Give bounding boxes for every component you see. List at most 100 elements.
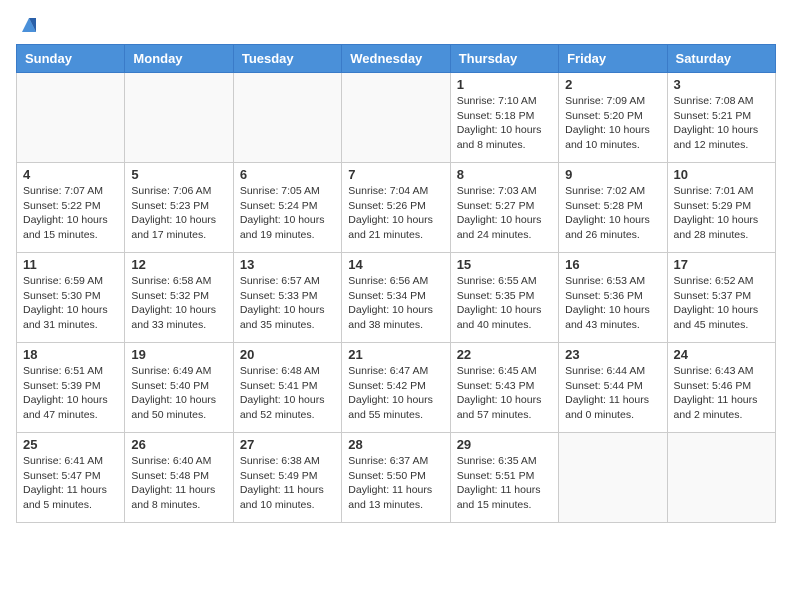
day-info: Sunrise: 7:07 AM Sunset: 5:22 PM Dayligh… xyxy=(23,184,118,243)
day-number: 18 xyxy=(23,347,118,362)
day-number: 5 xyxy=(131,167,226,182)
calendar-table: SundayMondayTuesdayWednesdayThursdayFrid… xyxy=(16,44,776,523)
day-info: Sunrise: 6:53 AM Sunset: 5:36 PM Dayligh… xyxy=(565,274,660,333)
day-number: 15 xyxy=(457,257,552,272)
day-info: Sunrise: 6:56 AM Sunset: 5:34 PM Dayligh… xyxy=(348,274,443,333)
day-number: 14 xyxy=(348,257,443,272)
day-number: 26 xyxy=(131,437,226,452)
week-row-2: 11 Sunrise: 6:59 AM Sunset: 5:30 PM Dayli… xyxy=(17,253,776,343)
calendar-header-thursday: Thursday xyxy=(450,45,558,73)
day-number: 12 xyxy=(131,257,226,272)
calendar-cell: 17 Sunrise: 6:52 AM Sunset: 5:37 PM Dayli… xyxy=(667,253,775,343)
calendar-cell: 26 Sunrise: 6:40 AM Sunset: 5:48 PM Dayli… xyxy=(125,433,233,523)
calendar-cell: 14 Sunrise: 6:56 AM Sunset: 5:34 PM Dayli… xyxy=(342,253,450,343)
day-number: 2 xyxy=(565,77,660,92)
calendar-header-tuesday: Tuesday xyxy=(233,45,341,73)
calendar-cell: 9Sunrise: 7:02 AM Sunset: 5:28 PM Daylig… xyxy=(559,163,667,253)
day-info: Sunrise: 6:48 AM Sunset: 5:41 PM Dayligh… xyxy=(240,364,335,423)
day-info: Sunrise: 6:38 AM Sunset: 5:49 PM Dayligh… xyxy=(240,454,335,513)
day-info: Sunrise: 6:37 AM Sunset: 5:50 PM Dayligh… xyxy=(348,454,443,513)
day-info: Sunrise: 6:40 AM Sunset: 5:48 PM Dayligh… xyxy=(131,454,226,513)
day-info: Sunrise: 7:10 AM Sunset: 5:18 PM Dayligh… xyxy=(457,94,552,153)
day-info: Sunrise: 6:47 AM Sunset: 5:42 PM Dayligh… xyxy=(348,364,443,423)
calendar-cell: 18 Sunrise: 6:51 AM Sunset: 5:39 PM Dayli… xyxy=(17,343,125,433)
day-number: 13 xyxy=(240,257,335,272)
day-number: 11 xyxy=(23,257,118,272)
day-info: Sunrise: 6:45 AM Sunset: 5:43 PM Dayligh… xyxy=(457,364,552,423)
calendar-cell xyxy=(233,73,341,163)
day-info: Sunrise: 6:57 AM Sunset: 5:33 PM Dayligh… xyxy=(240,274,335,333)
day-info: Sunrise: 6:43 AM Sunset: 5:46 PM Dayligh… xyxy=(674,364,769,423)
calendar-cell xyxy=(342,73,450,163)
calendar-cell xyxy=(559,433,667,523)
day-info: Sunrise: 7:09 AM Sunset: 5:20 PM Dayligh… xyxy=(565,94,660,153)
calendar-cell: 21 Sunrise: 6:47 AM Sunset: 5:42 PM Dayli… xyxy=(342,343,450,433)
day-number: 22 xyxy=(457,347,552,362)
day-info: Sunrise: 6:44 AM Sunset: 5:44 PM Dayligh… xyxy=(565,364,660,423)
week-row-0: 1 Sunrise: 7:10 AM Sunset: 5:18 PM Daylig… xyxy=(17,73,776,163)
calendar-cell: 12Sunrise: 6:58 AM Sunset: 5:32 PM Dayli… xyxy=(125,253,233,343)
calendar-cell: 3 Sunrise: 7:08 AM Sunset: 5:21 PM Daylig… xyxy=(667,73,775,163)
day-info: Sunrise: 7:05 AM Sunset: 5:24 PM Dayligh… xyxy=(240,184,335,243)
day-number: 3 xyxy=(674,77,769,92)
calendar-header-sunday: Sunday xyxy=(17,45,125,73)
calendar-header-saturday: Saturday xyxy=(667,45,775,73)
calendar-header-friday: Friday xyxy=(559,45,667,73)
calendar-cell: 13 Sunrise: 6:57 AM Sunset: 5:33 PM Dayli… xyxy=(233,253,341,343)
day-number: 10 xyxy=(674,167,769,182)
calendar-cell: 6 Sunrise: 7:05 AM Sunset: 5:24 PM Daylig… xyxy=(233,163,341,253)
day-number: 17 xyxy=(674,257,769,272)
day-number: 16 xyxy=(565,257,660,272)
calendar-cell: 23 Sunrise: 6:44 AM Sunset: 5:44 PM Dayli… xyxy=(559,343,667,433)
calendar-cell: 1 Sunrise: 7:10 AM Sunset: 5:18 PM Daylig… xyxy=(450,73,558,163)
day-info: Sunrise: 7:04 AM Sunset: 5:26 PM Dayligh… xyxy=(348,184,443,243)
calendar-header-monday: Monday xyxy=(125,45,233,73)
week-row-1: 4 Sunrise: 7:07 AM Sunset: 5:22 PM Daylig… xyxy=(17,163,776,253)
calendar-cell: 11 Sunrise: 6:59 AM Sunset: 5:30 PM Dayli… xyxy=(17,253,125,343)
calendar-cell: 28 Sunrise: 6:37 AM Sunset: 5:50 PM Dayli… xyxy=(342,433,450,523)
day-number: 29 xyxy=(457,437,552,452)
day-number: 6 xyxy=(240,167,335,182)
logo-icon xyxy=(18,14,40,36)
calendar-header-row: SundayMondayTuesdayWednesdayThursdayFrid… xyxy=(17,45,776,73)
day-info: Sunrise: 7:08 AM Sunset: 5:21 PM Dayligh… xyxy=(674,94,769,153)
calendar-cell: 5 Sunrise: 7:06 AM Sunset: 5:23 PM Daylig… xyxy=(125,163,233,253)
calendar-cell: 7 Sunrise: 7:04 AM Sunset: 5:26 PM Daylig… xyxy=(342,163,450,253)
day-info: Sunrise: 7:02 AM Sunset: 5:28 PM Dayligh… xyxy=(565,184,660,243)
day-number: 23 xyxy=(565,347,660,362)
day-info: Sunrise: 6:59 AM Sunset: 5:30 PM Dayligh… xyxy=(23,274,118,333)
day-number: 7 xyxy=(348,167,443,182)
calendar-cell: 29 Sunrise: 6:35 AM Sunset: 5:51 PM Dayli… xyxy=(450,433,558,523)
day-number: 4 xyxy=(23,167,118,182)
calendar-cell: 10 Sunrise: 7:01 AM Sunset: 5:29 PM Dayli… xyxy=(667,163,775,253)
week-row-3: 18 Sunrise: 6:51 AM Sunset: 5:39 PM Dayli… xyxy=(17,343,776,433)
calendar-cell xyxy=(17,73,125,163)
day-number: 19 xyxy=(131,347,226,362)
calendar-cell: 22 Sunrise: 6:45 AM Sunset: 5:43 PM Dayli… xyxy=(450,343,558,433)
calendar-cell: 8 Sunrise: 7:03 AM Sunset: 5:27 PM Daylig… xyxy=(450,163,558,253)
calendar-header-wednesday: Wednesday xyxy=(342,45,450,73)
day-info: Sunrise: 6:35 AM Sunset: 5:51 PM Dayligh… xyxy=(457,454,552,513)
day-info: Sunrise: 6:41 AM Sunset: 5:47 PM Dayligh… xyxy=(23,454,118,513)
page-header xyxy=(16,16,776,36)
day-info: Sunrise: 7:06 AM Sunset: 5:23 PM Dayligh… xyxy=(131,184,226,243)
day-number: 21 xyxy=(348,347,443,362)
day-number: 28 xyxy=(348,437,443,452)
week-row-4: 25 Sunrise: 6:41 AM Sunset: 5:47 PM Dayli… xyxy=(17,433,776,523)
day-info: Sunrise: 6:49 AM Sunset: 5:40 PM Dayligh… xyxy=(131,364,226,423)
day-number: 20 xyxy=(240,347,335,362)
day-number: 1 xyxy=(457,77,552,92)
calendar-cell: 25 Sunrise: 6:41 AM Sunset: 5:47 PM Dayli… xyxy=(17,433,125,523)
day-number: 25 xyxy=(23,437,118,452)
day-info: Sunrise: 6:52 AM Sunset: 5:37 PM Dayligh… xyxy=(674,274,769,333)
calendar-cell xyxy=(667,433,775,523)
day-info: Sunrise: 7:03 AM Sunset: 5:27 PM Dayligh… xyxy=(457,184,552,243)
calendar-cell: 15Sunrise: 6:55 AM Sunset: 5:35 PM Dayli… xyxy=(450,253,558,343)
calendar-cell: 4 Sunrise: 7:07 AM Sunset: 5:22 PM Daylig… xyxy=(17,163,125,253)
day-info: Sunrise: 6:51 AM Sunset: 5:39 PM Dayligh… xyxy=(23,364,118,423)
day-info: Sunrise: 7:01 AM Sunset: 5:29 PM Dayligh… xyxy=(674,184,769,243)
day-number: 24 xyxy=(674,347,769,362)
calendar-cell: 19 Sunrise: 6:49 AM Sunset: 5:40 PM Dayli… xyxy=(125,343,233,433)
day-number: 27 xyxy=(240,437,335,452)
day-number: 8 xyxy=(457,167,552,182)
